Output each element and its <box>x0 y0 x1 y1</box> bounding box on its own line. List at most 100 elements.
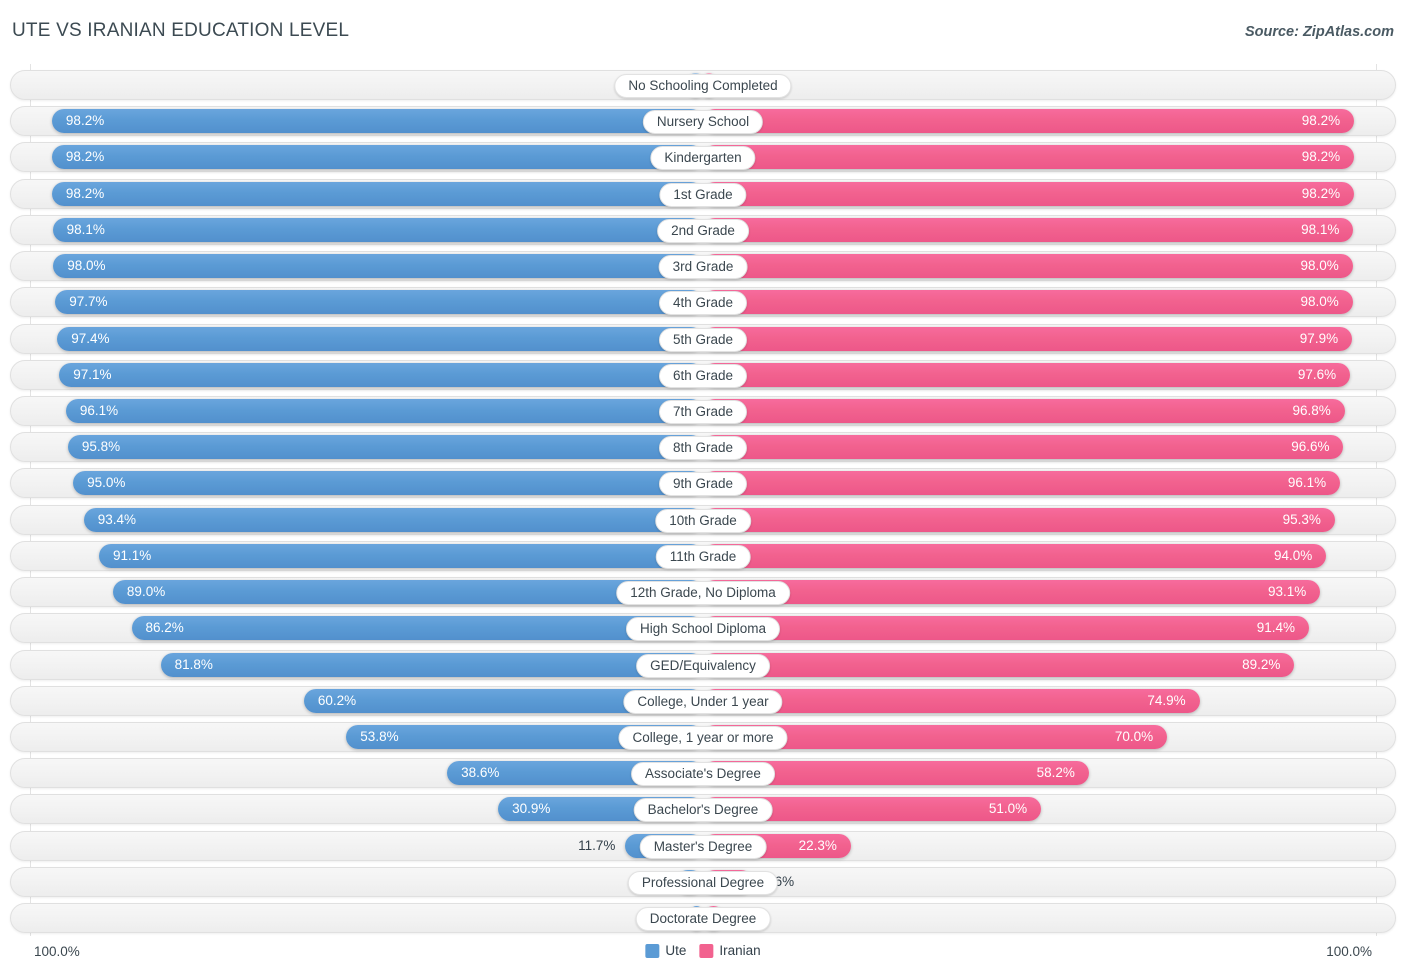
bar-iranian[interactable] <box>703 471 1341 496</box>
category-label: 1st Grade <box>659 182 747 207</box>
legend-item-ute[interactable]: Ute <box>645 943 686 958</box>
chart-row[interactable]: 2.3%1.8%No Schooling Completed <box>10 70 1396 100</box>
chart-row-right-half: 1.8% <box>703 70 1396 100</box>
category-label: Nursery School <box>642 110 764 135</box>
category-label: 4th Grade <box>658 291 748 316</box>
bar-ute[interactable] <box>131 616 703 641</box>
category-label: 5th Grade <box>658 327 748 352</box>
bar-iranian[interactable] <box>703 109 1355 134</box>
category-label: College, 1 year or more <box>618 725 788 750</box>
chart-row[interactable]: 91.1% 94.0% 11th Grade <box>10 540 1396 571</box>
bar-iranian[interactable] <box>703 507 1335 532</box>
chart-row[interactable]: 2.0%3.1%Doctorate Degree <box>10 903 1396 934</box>
bar-value-ute: 91.1% <box>113 547 152 563</box>
chart-root: UTE VS IRANIAN EDUCATION LEVEL Source: Z… <box>0 0 1406 975</box>
chart-row-left-half: 98.0% <box>10 251 703 281</box>
bar-ute[interactable] <box>73 471 703 496</box>
chart-row[interactable]: 97.1% 97.6% 6th Grade <box>10 359 1396 390</box>
chart-row-right-half: 3.1% <box>703 903 1396 933</box>
chart-row[interactable]: 98.2% 98.2% Nursery School <box>10 106 1396 137</box>
bar-ute[interactable] <box>55 290 703 315</box>
bar-iranian[interactable] <box>703 398 1345 423</box>
bar-iranian[interactable] <box>703 326 1353 351</box>
legend-label-iranian: Iranian <box>719 943 761 958</box>
bar-iranian[interactable] <box>703 254 1353 279</box>
chart-row-left-half: 95.8% <box>10 432 703 462</box>
bar-ute[interactable] <box>53 254 703 279</box>
bar-iranian[interactable] <box>703 362 1351 387</box>
chart-row[interactable]: 53.8% 70.0% College, 1 year or more <box>10 721 1396 752</box>
chart-row[interactable]: 98.2% 98.2% Kindergarten <box>10 142 1396 173</box>
chart-row[interactable]: 11.7% 22.3% Master's Degree <box>10 830 1396 861</box>
bar-ute[interactable] <box>51 181 703 206</box>
bar-value-iranian: 97.9% <box>1299 330 1339 346</box>
chart-row[interactable]: 38.6% 58.2% Associate's Degree <box>10 758 1396 789</box>
bar-iranian[interactable] <box>703 580 1321 605</box>
chart-row[interactable]: 89.0% 93.1% 12th Grade, No Diploma <box>10 577 1396 608</box>
chart-row[interactable]: 96.1% 96.8% 7th Grade <box>10 395 1396 426</box>
bar-ute[interactable] <box>83 507 703 532</box>
chart-row[interactable]: 4.0%7.6%Professional Degree <box>10 866 1396 897</box>
bar-ute[interactable] <box>52 217 703 242</box>
chart-row[interactable]: 97.4% 97.9% 5th Grade <box>10 323 1396 354</box>
category-label: 11th Grade <box>655 544 751 569</box>
chart-row[interactable]: 95.8% 96.6% 8th Grade <box>10 432 1396 463</box>
chart-row-left-half: 2.0% <box>10 903 703 933</box>
chart-row-left-half: 89.0% <box>10 577 703 607</box>
chart-row-right-half: 98.0% <box>703 287 1396 317</box>
axis-label-left-max: 100.0% <box>34 944 80 959</box>
bar-ute[interactable] <box>51 109 703 134</box>
bar-value-iranian: 70.0% <box>1114 728 1154 744</box>
chart-row-right-half: 98.1% <box>703 215 1396 245</box>
bar-iranian[interactable] <box>703 290 1353 315</box>
chart-row[interactable]: 86.2% 91.4% High School Diploma <box>10 613 1396 644</box>
chart-row[interactable]: 98.2% 98.2% 1st Grade <box>10 178 1396 209</box>
chart-row[interactable]: 81.8% 89.2% GED/Equivalency <box>10 649 1396 680</box>
chart-row-left-half: 2.3% <box>10 70 703 100</box>
chart-row[interactable]: 98.1% 98.1% 2nd Grade <box>10 214 1396 245</box>
chart-row-right-half: 74.9% <box>703 686 1396 716</box>
chart-footer: 100.0% Ute Iranian 100.0% <box>0 936 1406 975</box>
bar-ute[interactable] <box>57 326 703 351</box>
chart-row[interactable]: 93.4% 95.3% 10th Grade <box>10 504 1396 535</box>
chart-row-left-half: 98.2% <box>10 142 703 172</box>
bar-value-ute: 30.9% <box>512 801 551 817</box>
chart-row[interactable]: 30.9% 51.0% Bachelor's Degree <box>10 794 1396 825</box>
bar-ute[interactable] <box>160 652 703 677</box>
bar-ute[interactable] <box>51 145 703 170</box>
bar-ute[interactable] <box>59 362 703 387</box>
chart-row-left-half: 81.8% <box>10 650 703 680</box>
bar-ute[interactable] <box>67 435 703 460</box>
bar-value-ute: 89.0% <box>126 584 166 600</box>
bar-iranian[interactable] <box>703 145 1355 170</box>
legend-swatch-iranian-icon <box>699 943 714 958</box>
bar-ute[interactable] <box>112 580 703 605</box>
chart-row-right-half: 95.3% <box>703 505 1396 535</box>
axis-label-right-max: 100.0% <box>1326 944 1372 959</box>
bar-ute[interactable] <box>99 543 703 568</box>
bar-value-iranian: 96.6% <box>1291 439 1330 455</box>
category-label: 3rd Grade <box>658 255 748 280</box>
bar-value-ute: 96.1% <box>79 402 119 418</box>
chart-row[interactable]: 60.2% 74.9% College, Under 1 year <box>10 685 1396 716</box>
bar-iranian[interactable] <box>703 435 1344 460</box>
category-label: Associate's Degree <box>631 762 775 787</box>
category-label: Bachelor's Degree <box>633 798 773 823</box>
chart-row[interactable]: 97.7% 98.0% 4th Grade <box>10 287 1396 318</box>
bar-iranian[interactable] <box>703 652 1295 677</box>
bar-iranian[interactable] <box>703 217 1354 242</box>
category-label: High School Diploma <box>625 617 781 642</box>
bar-value-iranian: 95.3% <box>1282 511 1321 527</box>
bar-iranian[interactable] <box>703 543 1327 568</box>
legend-item-iranian[interactable]: Iranian <box>699 943 761 958</box>
bar-value-ute: 11.7% <box>578 837 616 853</box>
chart-row[interactable]: 98.0% 98.0% 3rd Grade <box>10 251 1396 282</box>
bar-ute[interactable] <box>65 398 703 423</box>
bar-iranian[interactable] <box>703 616 1309 641</box>
chart-row-right-half: 93.1% <box>703 577 1396 607</box>
chart-row-left-half: 30.9% <box>10 794 703 824</box>
chart-row-left-half: 11.7% <box>10 831 703 861</box>
chart-row[interactable]: 95.0% 96.1% 9th Grade <box>10 468 1396 499</box>
bar-iranian[interactable] <box>703 181 1355 206</box>
chart-row-left-half: 93.4% <box>10 505 703 535</box>
